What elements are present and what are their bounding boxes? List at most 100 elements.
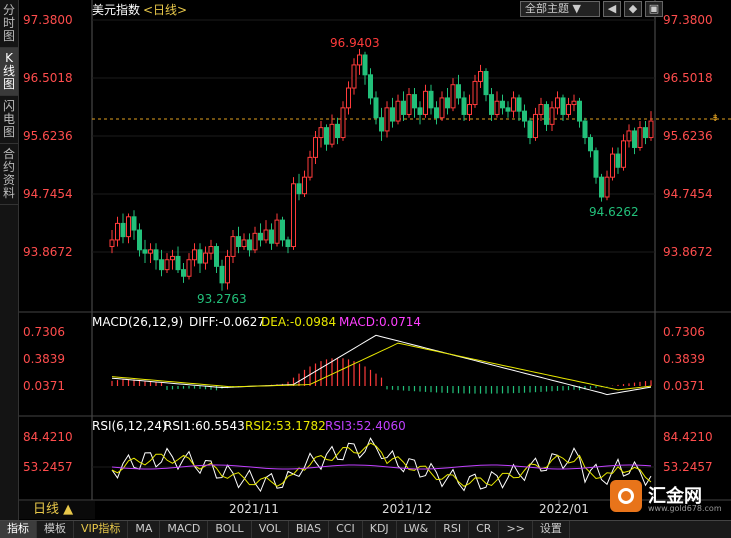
indicator-tab-8[interactable]: CCI — [329, 521, 363, 538]
candle-body — [379, 117, 384, 132]
macd-axis-left-label: 0.3839 — [23, 352, 65, 366]
indicator-tab-10[interactable]: LW& — [397, 521, 437, 538]
indicator-tab-3[interactable]: MA — [128, 521, 161, 538]
theme-select[interactable]: 全部主题 ▼ — [520, 1, 600, 17]
indicator-tab-13[interactable]: >> — [499, 521, 533, 538]
rsi1-line — [111, 437, 652, 493]
candle-body — [225, 255, 230, 284]
candle-body — [247, 239, 252, 251]
sidebar-tab-2[interactable]: 闪电图 — [0, 96, 18, 144]
sidebar-tab-3[interactable]: 合约资料 — [0, 144, 18, 205]
candle-body — [621, 140, 626, 168]
current-price-marker-icon: ⇟ — [711, 113, 719, 124]
candle-body — [335, 123, 340, 139]
period-tag: <日线> — [143, 3, 187, 17]
candle-body — [170, 255, 175, 261]
candle-body — [478, 71, 483, 82]
candle-body — [318, 127, 324, 139]
candle-body — [610, 153, 615, 178]
candle-body — [445, 97, 450, 109]
candle-body — [384, 107, 390, 132]
candle-body — [175, 255, 181, 271]
candle-body — [236, 236, 241, 248]
price-axis-right-label: 95.6236 — [663, 129, 713, 143]
candle-body — [472, 80, 478, 106]
rsi2-line — [111, 442, 652, 487]
indicator-tab-12[interactable]: CR — [469, 521, 500, 538]
candle-body — [373, 97, 379, 119]
sidebar-tab-1[interactable]: K线图 — [0, 48, 18, 96]
candle-body — [588, 137, 593, 152]
candle-body — [291, 183, 296, 248]
candle-body — [538, 104, 544, 115]
x-axis-date-label: 2021/12 — [382, 502, 432, 516]
rsi-axis-left-label: 53.2457 — [23, 460, 73, 474]
price-axis-left-label: 94.7454 — [23, 187, 73, 201]
candle-body — [511, 97, 516, 112]
candle-body — [208, 246, 214, 254]
indicator-tab-6[interactable]: VOL — [252, 521, 289, 538]
rsi3-label: RSI3:52.4060 — [325, 419, 406, 433]
candle-body — [203, 252, 208, 264]
candle-body — [489, 94, 494, 115]
candle-body — [522, 110, 527, 122]
candle-body — [159, 259, 164, 271]
x-axis-date-label: 2021/11 — [229, 502, 279, 516]
low-price-label: 93.2763 — [197, 292, 247, 306]
sidebar-tab-0[interactable]: 分时图 — [0, 0, 18, 48]
macd-axis-right-label: 0.7306 — [663, 325, 705, 339]
indicator-tab-0[interactable]: 指标 — [0, 521, 37, 538]
indicator-tab-14[interactable]: 设置 — [533, 521, 570, 538]
candle-body — [582, 120, 588, 139]
candle-body — [252, 232, 258, 251]
high-price-label: 96.9403 — [330, 36, 380, 50]
toolbar-diamond-icon[interactable]: ◆ — [624, 1, 642, 17]
rsi-title: RSI(6,12,24) — [92, 419, 167, 433]
period-button[interactable]: 日线 ▲ — [19, 501, 95, 519]
candle-body — [626, 130, 632, 142]
candle-body — [164, 259, 170, 271]
kline-chart-svg: 美元指数 <日线> 97.3800 97.3800 96.5018 96.5018 95.6… — [19, 0, 731, 516]
indicator-tab-11[interactable]: RSI — [436, 521, 470, 538]
candle-body — [593, 150, 599, 178]
symbol-title: 美元指数 — [92, 2, 140, 17]
candle-body — [280, 219, 285, 241]
recent-low-label: 94.6262 — [589, 205, 639, 219]
candle-body — [648, 120, 654, 139]
toolbar-left-icon[interactable]: ◀ — [603, 1, 621, 17]
candle-body — [137, 229, 142, 251]
candle-body — [313, 137, 318, 158]
candle-body — [329, 123, 335, 145]
toolbar-box-icon[interactable]: ▣ — [645, 1, 663, 17]
candle-body — [230, 236, 236, 257]
indicator-tab-1[interactable]: 模板 — [37, 521, 74, 538]
candle-body — [577, 100, 582, 122]
indicator-tab-9[interactable]: KDJ — [363, 521, 397, 538]
candle-body — [109, 239, 115, 248]
indicator-tab-7[interactable]: BIAS — [289, 521, 330, 538]
macd-axis-right-label: 0.3839 — [663, 352, 705, 366]
candle-body — [527, 120, 533, 139]
candle-body — [214, 246, 219, 267]
price-axis-left-label: 93.8672 — [23, 245, 73, 259]
macd-axis-left-label: 0.0371 — [23, 379, 65, 393]
indicator-tab-2[interactable]: VIP指标 — [74, 521, 129, 538]
indicator-tab-5[interactable]: BOLL — [208, 521, 252, 538]
candle-body — [263, 229, 269, 241]
candle-body — [296, 183, 302, 195]
price-axis-left-label: 95.6236 — [23, 129, 73, 143]
candle-body — [324, 127, 329, 145]
candle-body — [615, 153, 621, 168]
indicator-tab-4[interactable]: MACD — [160, 521, 209, 538]
macd-value-label: MACD:0.0714 — [339, 315, 421, 329]
logo: 汇金网 www.gold678.com — [610, 480, 722, 514]
candle-body — [197, 249, 203, 264]
indicator-tab-bar: 指标 模板 VIP指标 MA MACD BOLL VOL BIAS CCI KDJ LW& RSI CR… — [0, 520, 731, 538]
candle-body — [417, 107, 423, 115]
candle-body — [637, 127, 643, 148]
candle-body — [148, 249, 153, 254]
candle-body — [643, 127, 648, 139]
candle-body — [555, 97, 560, 109]
candle-body — [461, 97, 467, 115]
candle-body — [258, 232, 263, 241]
